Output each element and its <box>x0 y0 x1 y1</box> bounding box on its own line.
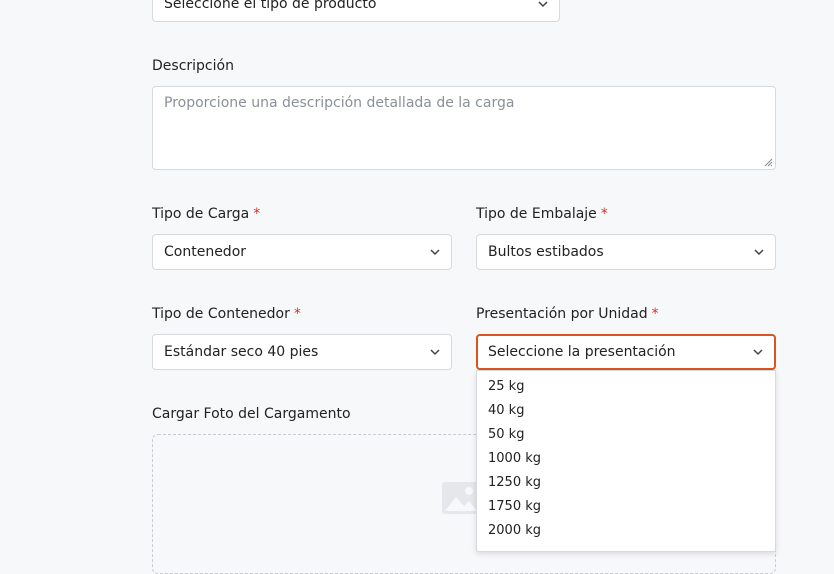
description-label: Descripción <box>152 58 234 74</box>
container-type-label: Tipo de Contenedor * <box>152 305 301 323</box>
required-mark: * <box>600 206 608 222</box>
resize-handle-icon[interactable] <box>763 157 773 167</box>
description-textarea[interactable]: Proporcione una descripción detallada de… <box>152 86 776 170</box>
description-placeholder: Proporcione una descripción detallada de… <box>164 95 515 111</box>
unit-presentation-value: Seleccione la presentación <box>488 344 676 360</box>
upload-label: Cargar Foto del Cargamento <box>152 406 351 422</box>
dropdown-option-1750kg[interactable]: 1750 kg <box>477 495 775 519</box>
chevron-down-icon <box>538 1 548 8</box>
cargo-type-label-text: Tipo de Carga <box>152 206 250 222</box>
unit-presentation-label: Presentación por Unidad * <box>476 305 659 323</box>
cargo-type-select[interactable]: Contenedor <box>152 234 452 270</box>
container-type-label-text: Tipo de Contenedor <box>152 306 290 322</box>
required-mark: * <box>651 306 659 322</box>
packaging-type-value: Bultos estibados <box>488 244 604 260</box>
image-icon <box>442 482 480 514</box>
dropdown-option-40kg[interactable]: 40 kg <box>477 399 775 423</box>
chevron-down-icon <box>430 349 440 356</box>
chevron-down-icon <box>430 249 440 256</box>
cargo-type-label: Tipo de Carga * <box>152 205 260 223</box>
chevron-down-icon <box>753 349 763 356</box>
dropdown-option-1000kg[interactable]: 1000 kg <box>477 447 775 471</box>
required-mark: * <box>253 206 261 222</box>
dropdown-option-1250kg[interactable]: 1250 kg <box>477 471 775 495</box>
unit-presentation-label-text: Presentación por Unidad <box>476 306 648 322</box>
container-type-select[interactable]: Estándar seco 40 pies <box>152 334 452 370</box>
packaging-type-label: Tipo de Embalaje * <box>476 205 608 223</box>
container-type-value: Estándar seco 40 pies <box>164 344 319 360</box>
unit-presentation-select[interactable]: Seleccione la presentación <box>476 334 776 370</box>
product-type-value: Seleccione el tipo de producto <box>164 0 377 12</box>
product-type-select[interactable]: Seleccione el tipo de producto <box>152 0 560 22</box>
cargo-type-value: Contenedor <box>164 244 247 260</box>
dropdown-option-50kg[interactable]: 50 kg <box>477 423 775 447</box>
dropdown-option-2000kg[interactable]: 2000 kg <box>477 519 775 543</box>
unit-presentation-dropdown: 25 kg 40 kg 50 kg 1000 kg 1250 kg 1750 k… <box>476 370 776 552</box>
packaging-type-label-text: Tipo de Embalaje <box>476 206 597 222</box>
chevron-down-icon <box>754 249 764 256</box>
dropdown-option-25kg[interactable]: 25 kg <box>477 375 775 399</box>
packaging-type-select[interactable]: Bultos estibados <box>476 234 776 270</box>
required-mark: * <box>293 306 301 322</box>
